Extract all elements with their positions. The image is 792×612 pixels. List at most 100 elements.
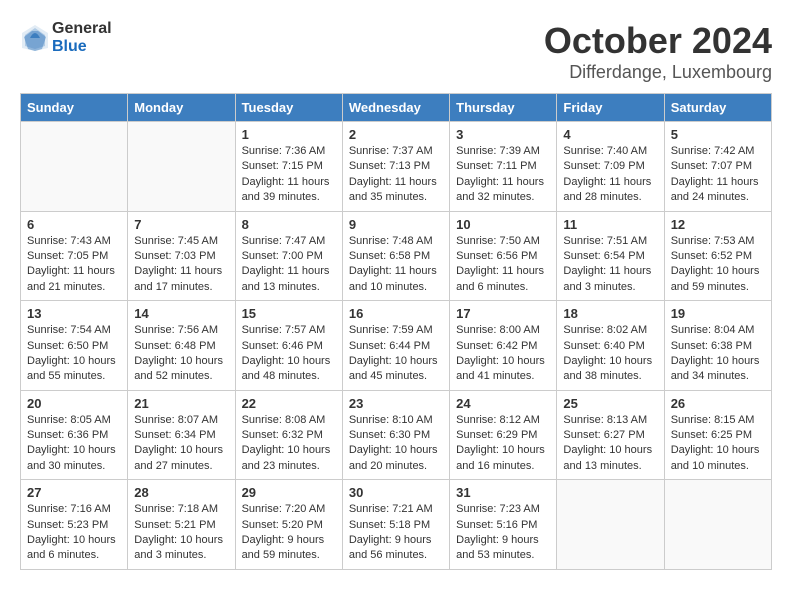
day-number: 22 (242, 396, 336, 411)
day-info: Sunrise: 7:43 AMSunset: 7:05 PMDaylight:… (27, 234, 121, 296)
logo-general: General (52, 20, 112, 37)
header-saturday: Saturday (664, 94, 771, 122)
day-cell: 16 Sunrise: 7:59 AMSunset: 6:44 PMDayligh… (342, 301, 449, 391)
header-sunday: Sunday (21, 94, 128, 122)
day-info: Sunrise: 7:36 AMSunset: 7:15 PMDaylight:… (242, 144, 336, 206)
day-number: 28 (134, 485, 228, 500)
day-info: Sunrise: 7:16 AMSunset: 5:23 PMDaylight:… (27, 502, 121, 564)
week-row-0: 1 Sunrise: 7:36 AMSunset: 7:15 PMDaylight… (21, 122, 772, 212)
week-row-1: 6 Sunrise: 7:43 AMSunset: 7:05 PMDaylight… (21, 211, 772, 301)
week-row-4: 27 Sunrise: 7:16 AMSunset: 5:23 PMDayligh… (21, 480, 772, 570)
day-number: 23 (349, 396, 443, 411)
logo: General Blue (20, 20, 112, 56)
day-number: 14 (134, 306, 228, 321)
day-info: Sunrise: 7:53 AMSunset: 6:52 PMDaylight:… (671, 234, 765, 296)
day-info: Sunrise: 8:13 AMSunset: 6:27 PMDaylight:… (563, 413, 657, 475)
day-number: 30 (349, 485, 443, 500)
day-cell: 22 Sunrise: 8:08 AMSunset: 6:32 PMDayligh… (235, 390, 342, 480)
day-info: Sunrise: 7:56 AMSunset: 6:48 PMDaylight:… (134, 323, 228, 385)
day-cell: 29 Sunrise: 7:20 AMSunset: 5:20 PMDayligh… (235, 480, 342, 570)
day-info: Sunrise: 7:18 AMSunset: 5:21 PMDaylight:… (134, 502, 228, 564)
day-cell: 7 Sunrise: 7:45 AMSunset: 7:03 PMDaylight… (128, 211, 235, 301)
day-cell (21, 122, 128, 212)
logo-icon (20, 23, 50, 53)
day-cell: 25 Sunrise: 8:13 AMSunset: 6:27 PMDayligh… (557, 390, 664, 480)
day-cell: 30 Sunrise: 7:21 AMSunset: 5:18 PMDayligh… (342, 480, 449, 570)
day-number: 7 (134, 217, 228, 232)
day-number: 3 (456, 127, 550, 142)
page-header: General Blue October 2024 Differdange, L… (20, 20, 772, 83)
day-cell: 19Sunrise: 8:04 AMSunset: 6:38 PMDayligh… (664, 301, 771, 391)
day-cell: 10 Sunrise: 7:50 AMSunset: 6:56 PMDayligh… (450, 211, 557, 301)
day-info: Sunrise: 7:54 AMSunset: 6:50 PMDaylight:… (27, 323, 121, 385)
day-cell: 13 Sunrise: 7:54 AMSunset: 6:50 PMDayligh… (21, 301, 128, 391)
day-number: 6 (27, 217, 121, 232)
day-number: 21 (134, 396, 228, 411)
day-cell: 11Sunrise: 7:51 AMSunset: 6:54 PMDayligh… (557, 211, 664, 301)
logo-blue: Blue (52, 38, 87, 55)
day-info: Sunrise: 8:07 AMSunset: 6:34 PMDaylight:… (134, 413, 228, 475)
day-info: Sunrise: 8:08 AMSunset: 6:32 PMDaylight:… (242, 413, 336, 475)
day-info: Sunrise: 7:20 AMSunset: 5:20 PMDaylight:… (242, 502, 336, 564)
day-number: 26 (671, 396, 765, 411)
day-info: Sunrise: 8:12 AMSunset: 6:29 PMDaylight:… (456, 413, 550, 475)
day-cell: 15Sunrise: 7:57 AMSunset: 6:46 PMDayligh… (235, 301, 342, 391)
day-cell: 27 Sunrise: 7:16 AMSunset: 5:23 PMDayligh… (21, 480, 128, 570)
header-thursday: Thursday (450, 94, 557, 122)
day-number: 10 (456, 217, 550, 232)
day-number: 20 (27, 396, 121, 411)
day-info: Sunrise: 7:39 AMSunset: 7:11 PMDaylight:… (456, 144, 550, 206)
header-friday: Friday (557, 94, 664, 122)
day-number: 2 (349, 127, 443, 142)
day-cell: 24 Sunrise: 8:12 AMSunset: 6:29 PMDayligh… (450, 390, 557, 480)
day-info: Sunrise: 8:02 AMSunset: 6:40 PMDaylight:… (563, 323, 657, 385)
day-cell: 12 Sunrise: 7:53 AMSunset: 6:52 PMDayligh… (664, 211, 771, 301)
calendar-table: Sunday Monday Tuesday Wednesday Thursday… (20, 93, 772, 570)
day-number: 25 (563, 396, 657, 411)
day-number: 5 (671, 127, 765, 142)
day-cell: 9 Sunrise: 7:48 AMSunset: 6:58 PMDaylight… (342, 211, 449, 301)
day-info: Sunrise: 7:37 AMSunset: 7:13 PMDaylight:… (349, 144, 443, 206)
day-cell: 20 Sunrise: 8:05 AMSunset: 6:36 PMDayligh… (21, 390, 128, 480)
day-cell: 3 Sunrise: 7:39 AMSunset: 7:11 PMDaylight… (450, 122, 557, 212)
day-info: Sunrise: 7:59 AMSunset: 6:44 PMDaylight:… (349, 323, 443, 385)
day-info: Sunrise: 7:48 AMSunset: 6:58 PMDaylight:… (349, 234, 443, 296)
day-number: 8 (242, 217, 336, 232)
header-tuesday: Tuesday (235, 94, 342, 122)
day-info: Sunrise: 8:00 AMSunset: 6:42 PMDaylight:… (456, 323, 550, 385)
header-monday: Monday (128, 94, 235, 122)
day-cell: 23Sunrise: 8:10 AMSunset: 6:30 PMDayligh… (342, 390, 449, 480)
day-cell: 1 Sunrise: 7:36 AMSunset: 7:15 PMDaylight… (235, 122, 342, 212)
day-number: 31 (456, 485, 550, 500)
day-number: 1 (242, 127, 336, 142)
day-number: 29 (242, 485, 336, 500)
header-wednesday: Wednesday (342, 94, 449, 122)
day-number: 24 (456, 396, 550, 411)
day-info: Sunrise: 7:45 AMSunset: 7:03 PMDaylight:… (134, 234, 228, 296)
day-info: Sunrise: 8:15 AMSunset: 6:25 PMDaylight:… (671, 413, 765, 475)
day-number: 27 (27, 485, 121, 500)
day-info: Sunrise: 7:21 AMSunset: 5:18 PMDaylight:… (349, 502, 443, 564)
day-number: 9 (349, 217, 443, 232)
day-number: 15 (242, 306, 336, 321)
day-cell: 5Sunrise: 7:42 AMSunset: 7:07 PMDaylight… (664, 122, 771, 212)
week-row-2: 13 Sunrise: 7:54 AMSunset: 6:50 PMDayligh… (21, 301, 772, 391)
day-cell: 31Sunrise: 7:23 AMSunset: 5:16 PMDayligh… (450, 480, 557, 570)
day-cell: 6 Sunrise: 7:43 AMSunset: 7:05 PMDaylight… (21, 211, 128, 301)
day-cell: 14 Sunrise: 7:56 AMSunset: 6:48 PMDayligh… (128, 301, 235, 391)
day-number: 12 (671, 217, 765, 232)
day-number: 17 (456, 306, 550, 321)
day-cell: 4Sunrise: 7:40 AMSunset: 7:09 PMDaylight… (557, 122, 664, 212)
day-number: 18 (563, 306, 657, 321)
day-number: 16 (349, 306, 443, 321)
day-number: 13 (27, 306, 121, 321)
day-cell: 21 Sunrise: 8:07 AMSunset: 6:34 PMDayligh… (128, 390, 235, 480)
day-info: Sunrise: 8:05 AMSunset: 6:36 PMDaylight:… (27, 413, 121, 475)
day-cell: 17 Sunrise: 8:00 AMSunset: 6:42 PMDayligh… (450, 301, 557, 391)
calendar-header-row: Sunday Monday Tuesday Wednesday Thursday… (21, 94, 772, 122)
day-cell (128, 122, 235, 212)
day-cell: 26 Sunrise: 8:15 AMSunset: 6:25 PMDayligh… (664, 390, 771, 480)
day-info: Sunrise: 7:50 AMSunset: 6:56 PMDaylight:… (456, 234, 550, 296)
day-cell: 2 Sunrise: 7:37 AMSunset: 7:13 PMDaylight… (342, 122, 449, 212)
day-info: Sunrise: 7:51 AMSunset: 6:54 PMDaylight:… (563, 234, 657, 296)
